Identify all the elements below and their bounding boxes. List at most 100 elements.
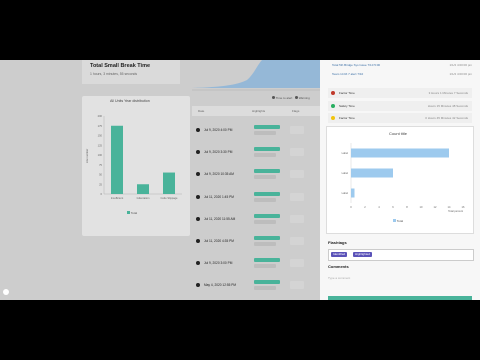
legend-swatch [127,211,130,214]
count-title: Count title [389,131,408,136]
legend-item-meta: Hours 15 Minutes 48 Seconds [427,103,468,108]
table-row[interactable]: Jul 11, 2020 1:45 PM [192,191,320,205]
bottom-progress-bar [328,296,472,300]
flashtags-title: Flashtags [328,240,347,245]
x-tick-label: Insufficient [111,196,124,200]
highlight-bar-primary [254,280,280,285]
y-tick-label: 25 [99,182,102,186]
table-header: Date Highlights Flags [192,106,320,116]
flag-box[interactable] [290,259,304,268]
highlight-bar-secondary [254,219,276,224]
x-tick-label: 4 [378,205,380,209]
status-dot-icon [331,116,335,120]
avatar [196,216,200,221]
count-card: Count title Label Label Label 0 2 4 6 8 10 12 14 16… [326,126,474,234]
avatar [196,261,200,266]
avatar [196,194,200,199]
detail-panel: Total 5th Bridge Sys Issue 7/10 5:00 1/1/… [320,60,480,300]
y-tick-label: 150 [98,134,103,138]
highlight-bar-primary [254,258,280,263]
tag-highlighted[interactable]: Highlighted [353,252,373,257]
highlight-bar-primary [254,169,280,174]
row-date: Jul 9, 2020 10:35 AM [204,172,234,177]
flag-box[interactable] [290,281,304,290]
y-tick-label: 125 [98,143,103,147]
flag-box[interactable] [290,170,304,179]
link-label[interactable]: Total 5th Bridge Sys Issue 7/10 5:00 [332,63,380,67]
flag-box[interactable] [290,192,304,201]
time-legend-item: Factor Time 3 Hours 1 Minutes 7 Seconds [328,88,472,98]
table-row[interactable]: Jul 9, 2020 4:00 PM [192,124,320,138]
highlight-bar-primary [254,147,280,152]
link-meta: 1/1/2 4:00:00 pm [449,72,472,76]
x-tick-label: 12 [434,205,437,209]
x-tick-label: 8 [406,205,408,209]
legend-label-2: Warning [298,96,310,100]
top-area-chart [192,60,320,91]
count-bar [351,168,393,178]
row-date: Jul 11, 2020 11:55 AM [204,216,236,221]
histogram-card: All Units Year distribution 0 25 50 75 100 12… [82,96,190,236]
time-legend-item: Factor Time 0 Hours 45 Minutes 42 Seconds [328,113,472,123]
legend-dot-icon [272,96,275,99]
y-tick-label: 50 [99,173,102,177]
table-row[interactable]: Jul 11, 2020 4:35 PM [192,235,320,249]
highlight-bar-primary [254,191,280,196]
count-chart: Label Label Label 0 2 4 6 8 10 12 14 16Total percen… [342,143,465,213]
histogram-bar [111,125,123,194]
row-date: Jul 9, 2020 3:30 PM [204,150,233,155]
legend-label-1: Time to alert [275,96,293,100]
row-date: Jul 9, 2020 3:00 PM [204,261,233,266]
link-item[interactable]: Total 5th Bridge Sys Issue 7/10 5:00 1/1/… [332,62,472,70]
summary-subtitle: 1 hours, 3 minutes, 55 seconds [90,72,138,76]
link-label[interactable]: Team 14 Rt 7 alert 7/10 [332,72,363,76]
main-area: Total Small Break Time 1 hours, 3 minute… [0,60,320,300]
link-item[interactable]: Team 14 Rt 7 alert 7/10 1/1/2 4:00:00 pm [332,71,472,79]
count-legend: Total [393,219,403,223]
comments-title: Comments [328,264,349,269]
highlight-bar-secondary [254,286,276,291]
count-bar [351,188,355,198]
y-tick-label: Label [342,191,349,195]
y-tick-label: 200 [98,114,103,118]
legend-swatch [393,219,396,222]
flag-box[interactable] [290,148,304,157]
x-tick-label: 0 [350,205,352,209]
tag-identified[interactable]: Identified [331,252,348,257]
table-row[interactable]: Jul 9, 2020 3:30 PM [192,146,320,160]
y-tick-label: 75 [99,163,102,167]
x-tick-label: 2 [364,205,366,209]
table-row[interactable]: Jul 9, 2020 3:00 PM [192,257,320,271]
legend-item-meta: 0 Hours 45 Minutes 42 Seconds [425,116,468,120]
table-row[interactable]: Jul 9, 2020 10:35 AM [192,168,320,182]
highlight-bar-primary [254,236,280,240]
summary-title: Total Small Break Time [90,63,151,69]
legend-dot-icon [294,96,298,99]
x-tick-label: 6 [392,205,394,209]
highlight-bar-secondary [254,264,276,269]
scroll-indicator-icon[interactable] [3,289,9,295]
row-date: Jul 11, 2020 1:45 PM [204,194,234,199]
link-meta: 1/1/2 4:00:00 pm [449,63,472,67]
status-dot-icon [331,103,335,108]
table-row[interactable]: Jul 11, 2020 11:55 AM [192,213,320,227]
flag-box[interactable] [290,126,304,134]
flag-box[interactable] [290,237,304,245]
avatar [196,128,200,132]
highlight-bar-primary [254,213,280,218]
flashtags-box[interactable]: Identified Highlighted [328,249,474,261]
comment-input[interactable]: Type a comment [328,276,350,280]
table-row[interactable]: May 4, 2020 12:55 PM [192,279,320,293]
histogram-title: All Units Year distribution [110,99,150,103]
y-tick-label: Label [342,151,349,155]
histogram-legend: Total [127,211,137,215]
y-tick-label: Label [342,171,349,175]
histogram-chart: 0 25 50 75 100 125 150 175 200 Line number Insuffi… [85,114,182,200]
flag-box[interactable] [290,214,304,223]
row-date: May 4, 2020 12:55 PM [204,283,237,288]
legend-item-label: Safety Time [339,103,355,108]
highlight-bar-secondary [254,197,276,202]
histogram-legend-label: Total [130,211,138,215]
legend-item-label: Factor Time [339,116,355,120]
highlight-bar-secondary [254,131,276,135]
